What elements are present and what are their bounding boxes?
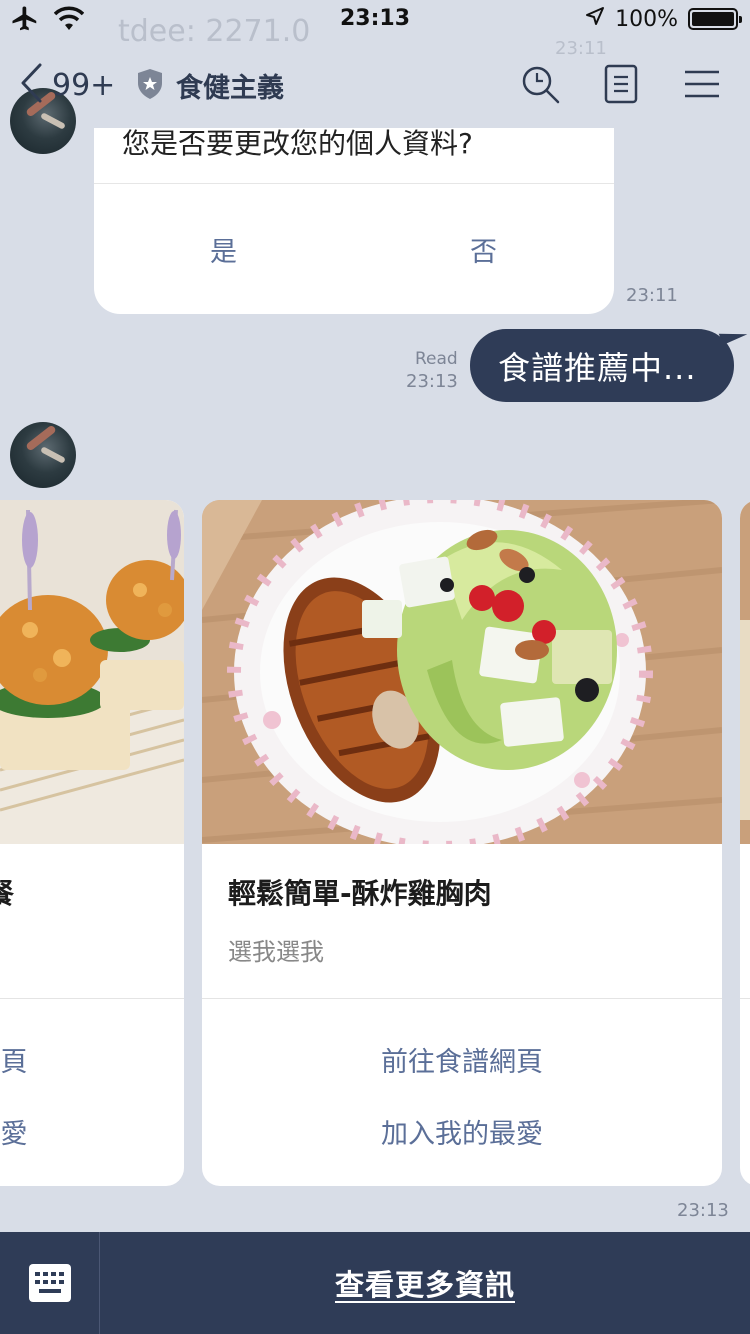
location-arrow-icon bbox=[585, 6, 605, 32]
bot-avatar[interactable] bbox=[10, 422, 76, 488]
battery-icon bbox=[688, 8, 742, 30]
notes-icon[interactable] bbox=[604, 64, 638, 108]
card-title: 餐 bbox=[0, 877, 15, 910]
recipe-image-next bbox=[740, 500, 750, 844]
carousel-card-next[interactable] bbox=[740, 500, 750, 1186]
chevron-left-icon bbox=[18, 62, 46, 108]
status-bar: 23:13 100% bbox=[0, 0, 750, 40]
read-receipt: Read bbox=[415, 349, 458, 369]
go-to-recipe-button[interactable]: 前往食譜網頁 bbox=[202, 1040, 722, 1079]
card-subtitle: 選我選我 bbox=[228, 938, 324, 966]
no-button[interactable]: 否 bbox=[470, 230, 497, 269]
divider bbox=[94, 183, 614, 184]
keyboard-toggle-button[interactable] bbox=[0, 1232, 100, 1334]
outgoing-time: 23:13 bbox=[406, 371, 458, 392]
chat-header: 99+ 食健主義 bbox=[0, 52, 750, 118]
carousel-time: 23:13 bbox=[677, 1200, 729, 1221]
rich-menu-bar: 查看更多資訊 bbox=[0, 1232, 750, 1334]
card-title: 輕鬆簡單-酥炸雞胸肉 bbox=[228, 877, 492, 910]
confirm-question: 您是否要更改您的個人資料? bbox=[122, 128, 473, 160]
status-right: 100% bbox=[585, 6, 742, 32]
divider bbox=[202, 998, 722, 999]
menu-icon[interactable] bbox=[684, 64, 720, 108]
recipe-image bbox=[202, 500, 722, 844]
battery-percent: 100% bbox=[615, 6, 678, 32]
back-button[interactable]: 99+ bbox=[18, 62, 115, 108]
divider bbox=[0, 998, 184, 999]
unread-count: 99+ bbox=[52, 67, 116, 103]
yes-button[interactable]: 是 bbox=[210, 230, 237, 269]
divider bbox=[740, 998, 750, 999]
carousel-card-previous[interactable]: 餐 頁 愛 bbox=[0, 500, 184, 1186]
recipe-image-previous bbox=[0, 500, 184, 844]
search-icon[interactable] bbox=[520, 64, 560, 108]
add-to-favorites-button[interactable]: 加入我的最愛 bbox=[202, 1112, 722, 1151]
outgoing-message-text: 食譜推薦中... bbox=[498, 348, 697, 387]
chat-title: 食健主義 bbox=[176, 73, 284, 104]
official-shield-icon bbox=[136, 68, 164, 104]
message-time: 23:11 bbox=[626, 285, 678, 306]
carousel-card-recipe[interactable]: 輕鬆簡單-酥炸雞胸肉 選我選我 前往食譜網頁 加入我的最愛 bbox=[202, 500, 722, 1186]
battery-level bbox=[692, 12, 734, 26]
more-info-button[interactable]: 查看更多資訊 bbox=[100, 1232, 750, 1334]
card-action-recipe[interactable]: 頁 bbox=[0, 1040, 106, 1079]
confirm-card: 您是否要更改您的個人資料? 是 否 bbox=[94, 128, 614, 314]
outgoing-message-bubble[interactable]: 食譜推薦中... bbox=[470, 329, 734, 402]
card-action-favorite[interactable]: 愛 bbox=[0, 1112, 106, 1151]
keyboard-icon bbox=[28, 1263, 72, 1307]
